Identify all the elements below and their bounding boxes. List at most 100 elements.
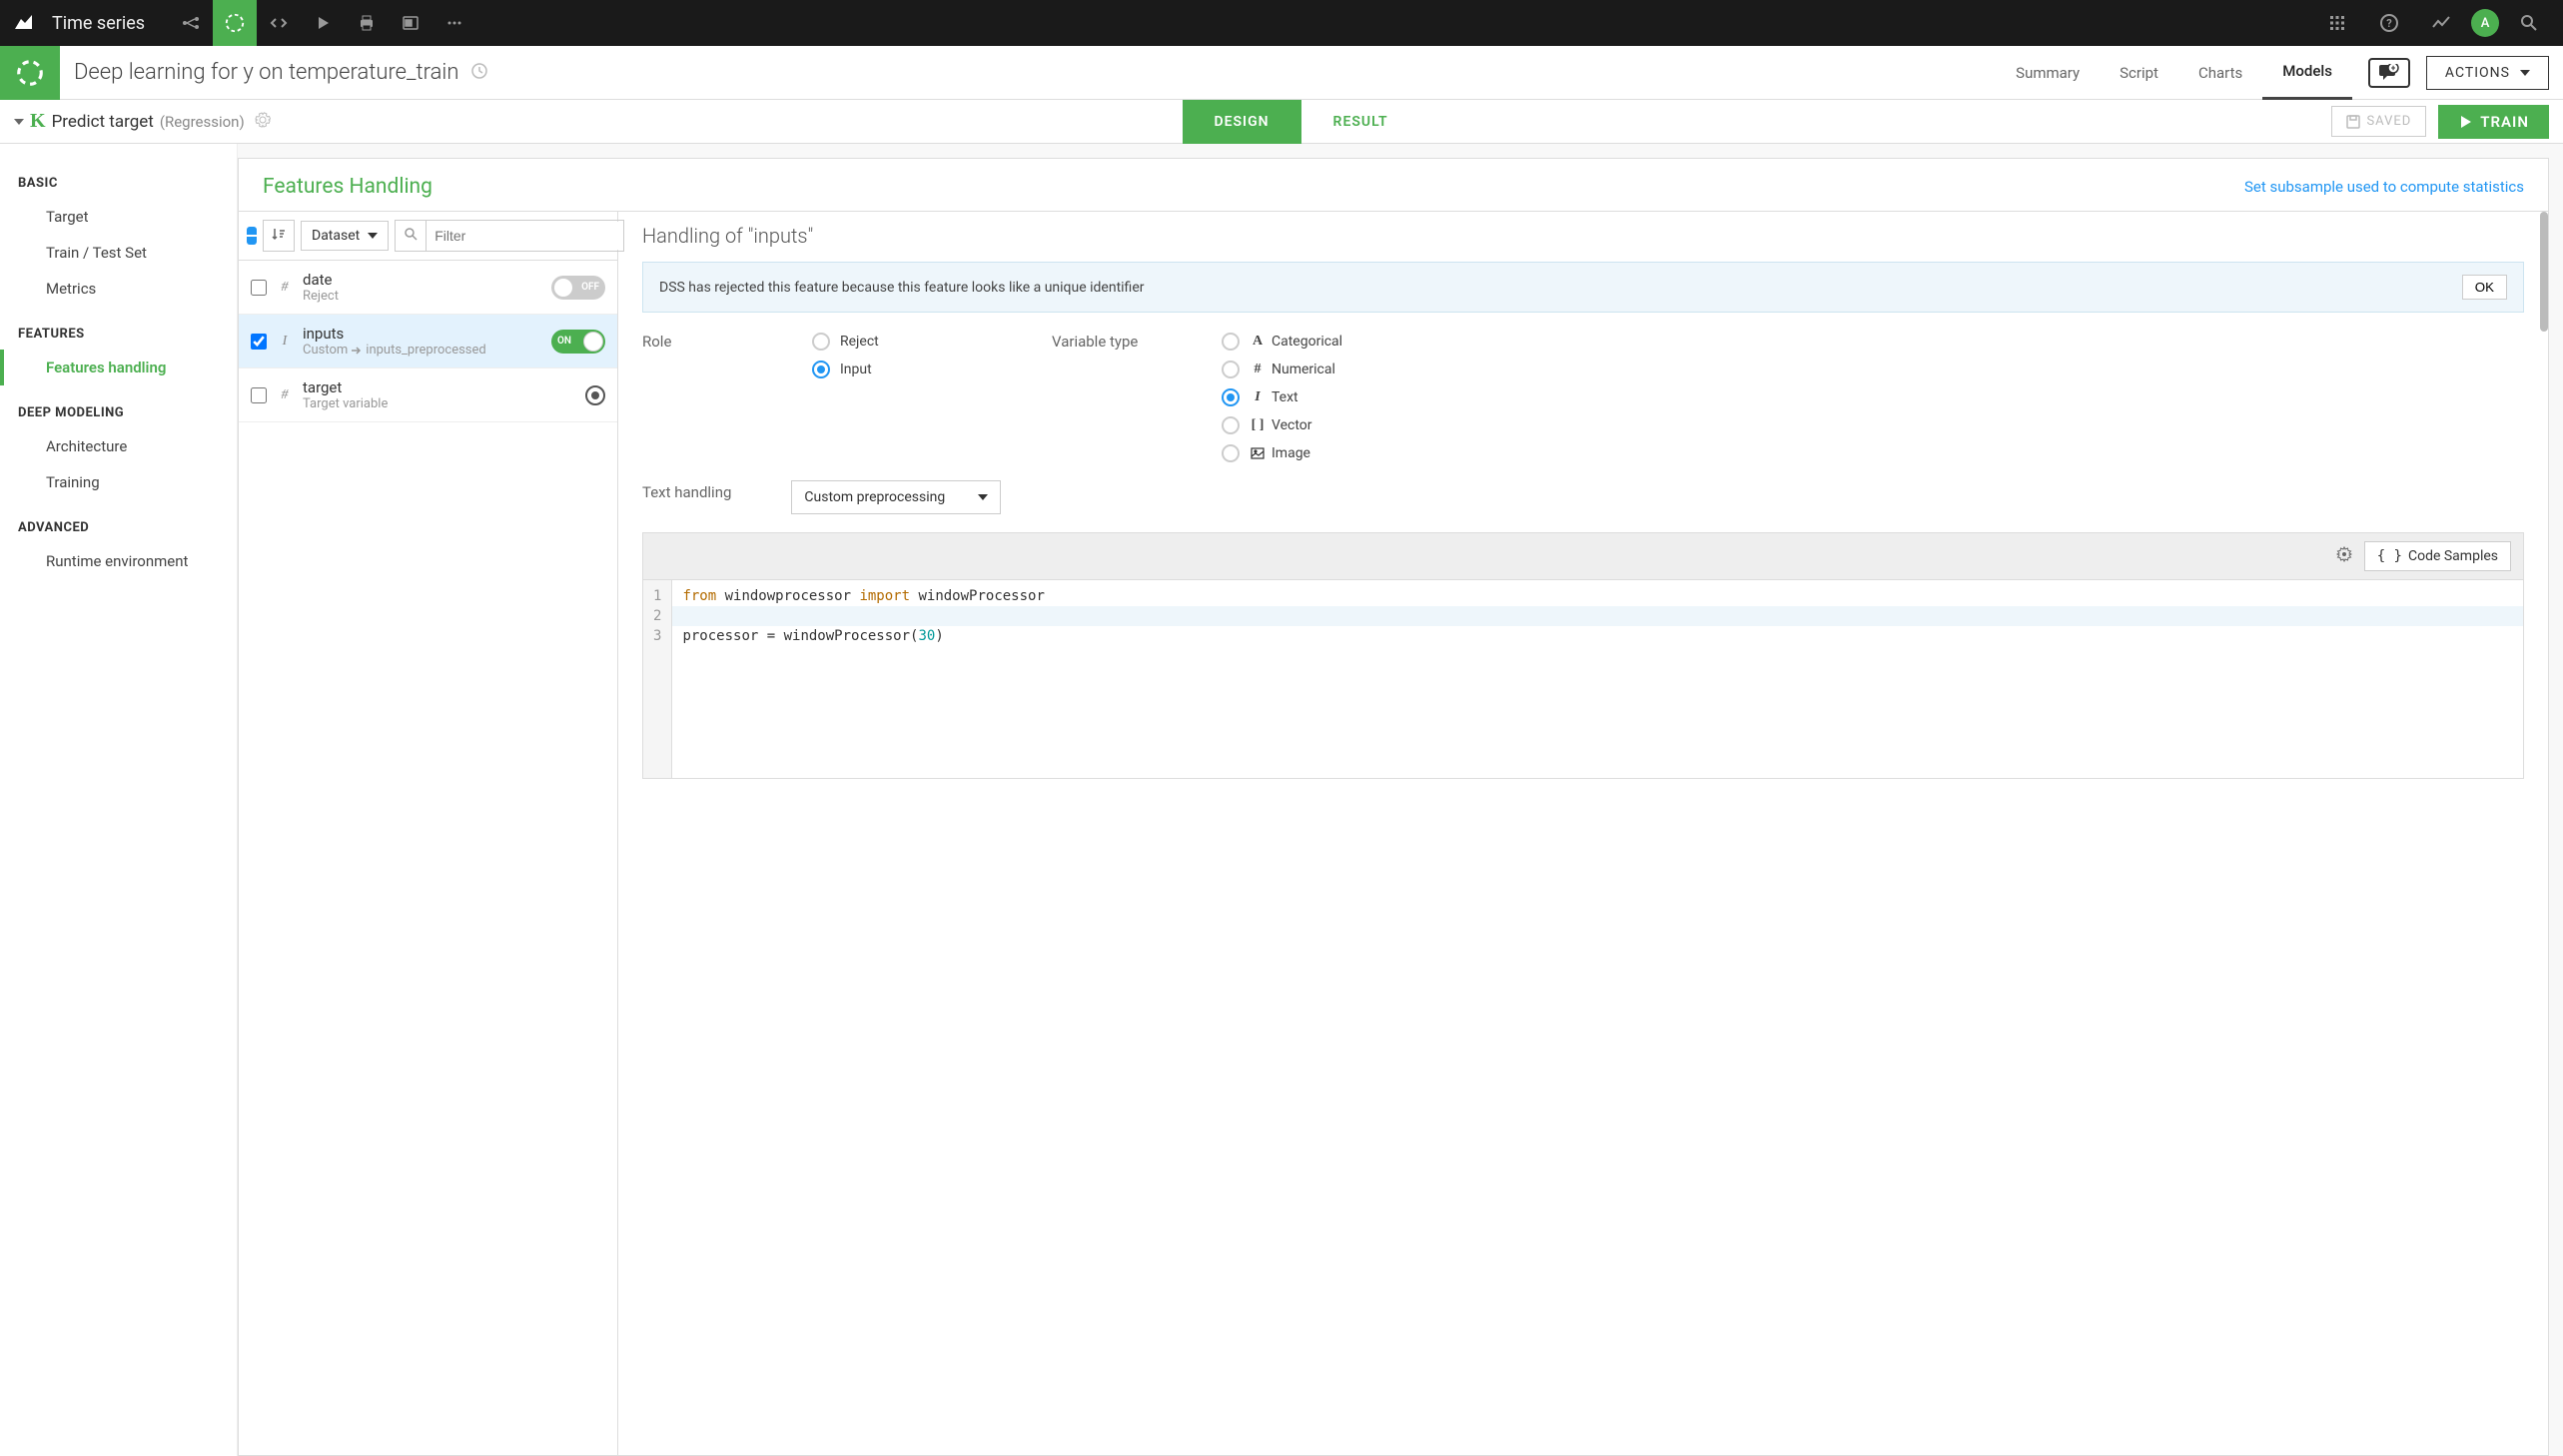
panel-title: Features Handling — [263, 175, 432, 199]
vartype-option-vector[interactable]: [ ]Vector — [1222, 416, 2524, 434]
chevron-down-icon — [978, 494, 988, 500]
sidebar-item-training[interactable]: Training — [18, 464, 219, 500]
vartype-option-text[interactable]: IText — [1222, 388, 2524, 406]
sidebar-heading-features: FEATURES — [18, 315, 219, 350]
dataiku-logo-icon[interactable] — [12, 11, 36, 35]
help-icon[interactable]: ? — [2367, 0, 2411, 46]
sidebar-heading-basic: BASIC — [18, 164, 219, 199]
feature-detail-panel: Handling of "inputs" DSS has rejected th… — [618, 212, 2548, 1455]
ok-button[interactable]: OK — [2462, 275, 2507, 300]
code-icon[interactable] — [257, 0, 301, 46]
feature-name: target — [303, 378, 575, 396]
search-icon[interactable] — [2507, 0, 2551, 46]
feature-sub: Custom inputs_preprocessed — [303, 343, 541, 358]
code-toolbar: { } Code Samples — [642, 532, 2524, 579]
tab-summary[interactable]: Summary — [1996, 46, 2100, 100]
text-icon: I — [1250, 389, 1266, 405]
vartype-label: Variable type — [1052, 333, 1222, 351]
run-icon[interactable] — [301, 0, 345, 46]
text-handling-select[interactable]: Custom preprocessing — [791, 480, 1001, 514]
gear-icon[interactable] — [2336, 546, 2352, 566]
role-option-reject[interactable]: Reject — [812, 333, 1052, 351]
analysis-title: Deep learning for y on temperature_train — [74, 60, 458, 85]
save-icon — [2346, 115, 2360, 129]
sidebar-item-features-handling[interactable]: Features handling — [0, 350, 219, 385]
print-icon[interactable] — [345, 0, 389, 46]
sort-button[interactable] — [263, 220, 295, 252]
lab-icon[interactable] — [213, 0, 257, 46]
chevron-down-icon[interactable] — [14, 119, 24, 125]
vartype-option-numerical[interactable]: #Numerical — [1222, 361, 2524, 378]
sidebar-item-train-test[interactable]: Train / Test Set — [18, 235, 219, 271]
sidebar-heading-advanced: ADVANCED — [18, 508, 219, 543]
chevron-down-icon — [2520, 70, 2530, 76]
more-icon[interactable] — [432, 0, 476, 46]
actions-button[interactable]: ACTIONS — [2426, 56, 2549, 90]
design-tab[interactable]: DESIGN — [1183, 100, 1301, 144]
feature-row-date[interactable]: # date Reject OFF — [239, 261, 617, 315]
refresh-icon[interactable] — [470, 62, 488, 84]
tab-charts[interactable]: Charts — [2178, 46, 2262, 100]
feature-toggle[interactable]: ON — [551, 330, 605, 354]
saved-button[interactable]: SAVED — [2331, 106, 2426, 137]
target-icon — [585, 385, 605, 405]
feature-name: date — [303, 271, 541, 289]
feature-name: inputs — [303, 325, 541, 343]
code-editor[interactable]: 123 from windowprocessor import windowPr… — [642, 579, 2524, 779]
apps-icon[interactable] — [2315, 0, 2359, 46]
model-type-badge: K — [30, 110, 46, 133]
model-task-subtitle: (Regression) — [160, 113, 245, 131]
vector-icon: [ ] — [1250, 417, 1266, 433]
code-samples-button[interactable]: { } Code Samples — [2364, 541, 2511, 571]
model-subheader: K Predict target (Regression) DESIGN RES… — [0, 100, 2563, 144]
info-message: DSS has rejected this feature because th… — [642, 262, 2524, 313]
flow-icon[interactable] — [169, 0, 213, 46]
activity-icon[interactable] — [2419, 0, 2463, 46]
sidebar-item-runtime-env[interactable]: Runtime environment — [18, 543, 219, 579]
chevron-down-icon — [368, 233, 378, 239]
svg-text:+: + — [2391, 64, 2396, 73]
train-button[interactable]: TRAIN — [2438, 105, 2549, 139]
feature-checkbox[interactable] — [251, 387, 267, 403]
dataset-dropdown[interactable]: Dataset — [301, 221, 389, 251]
code-gutter: 123 — [643, 580, 672, 778]
object-header: Deep learning for y on temperature_train… — [0, 46, 2563, 100]
feature-sub: Reject — [303, 289, 541, 304]
numeric-type-icon: # — [277, 387, 293, 403]
dashboard-icon[interactable] — [389, 0, 432, 46]
tab-script[interactable]: Script — [2100, 46, 2178, 100]
numeric-type-icon: # — [277, 280, 293, 296]
user-avatar[interactable]: A — [2471, 9, 2499, 37]
top-navigation-bar: Time series ? A — [0, 0, 2563, 46]
role-label: Role — [642, 333, 812, 351]
vartype-option-image[interactable]: Image — [1222, 444, 2524, 462]
gear-icon[interactable] — [255, 112, 271, 132]
role-option-input[interactable]: Input — [812, 361, 1052, 378]
filter-input[interactable] — [427, 222, 623, 250]
play-icon — [2458, 115, 2472, 129]
feature-checkbox[interactable] — [251, 280, 267, 296]
project-name[interactable]: Time series — [52, 13, 145, 34]
analysis-icon — [0, 46, 60, 100]
numerical-icon: # — [1250, 362, 1266, 377]
feature-checkbox[interactable] — [251, 334, 267, 350]
sidebar-item-metrics[interactable]: Metrics — [18, 271, 219, 307]
tab-models[interactable]: Models — [2262, 46, 2352, 100]
vartype-option-categorical[interactable]: ACategorical — [1222, 333, 2524, 351]
categorical-icon: A — [1250, 334, 1266, 350]
feature-toggle[interactable]: OFF — [551, 276, 605, 300]
search-icon — [396, 221, 427, 251]
select-all-checkbox[interactable] — [247, 227, 257, 245]
text-handling-label: Text handling — [642, 483, 731, 501]
feature-row-target[interactable]: # target Target variable — [239, 368, 617, 422]
feature-row-inputs[interactable]: I inputs Custom inputs_preprocessed ON — [239, 315, 617, 368]
image-icon — [1250, 447, 1266, 459]
subsample-link[interactable]: Set subsample used to compute statistics — [2244, 178, 2524, 196]
arrow-right-icon — [352, 347, 362, 355]
model-task-title: Predict target — [52, 112, 154, 132]
result-tab[interactable]: RESULT — [1301, 100, 1420, 144]
sidebar-item-architecture[interactable]: Architecture — [18, 428, 219, 464]
sidebar-item-target[interactable]: Target — [18, 199, 219, 235]
scrollbar[interactable] — [2540, 212, 2548, 332]
discussion-icon[interactable]: + — [2368, 58, 2410, 88]
